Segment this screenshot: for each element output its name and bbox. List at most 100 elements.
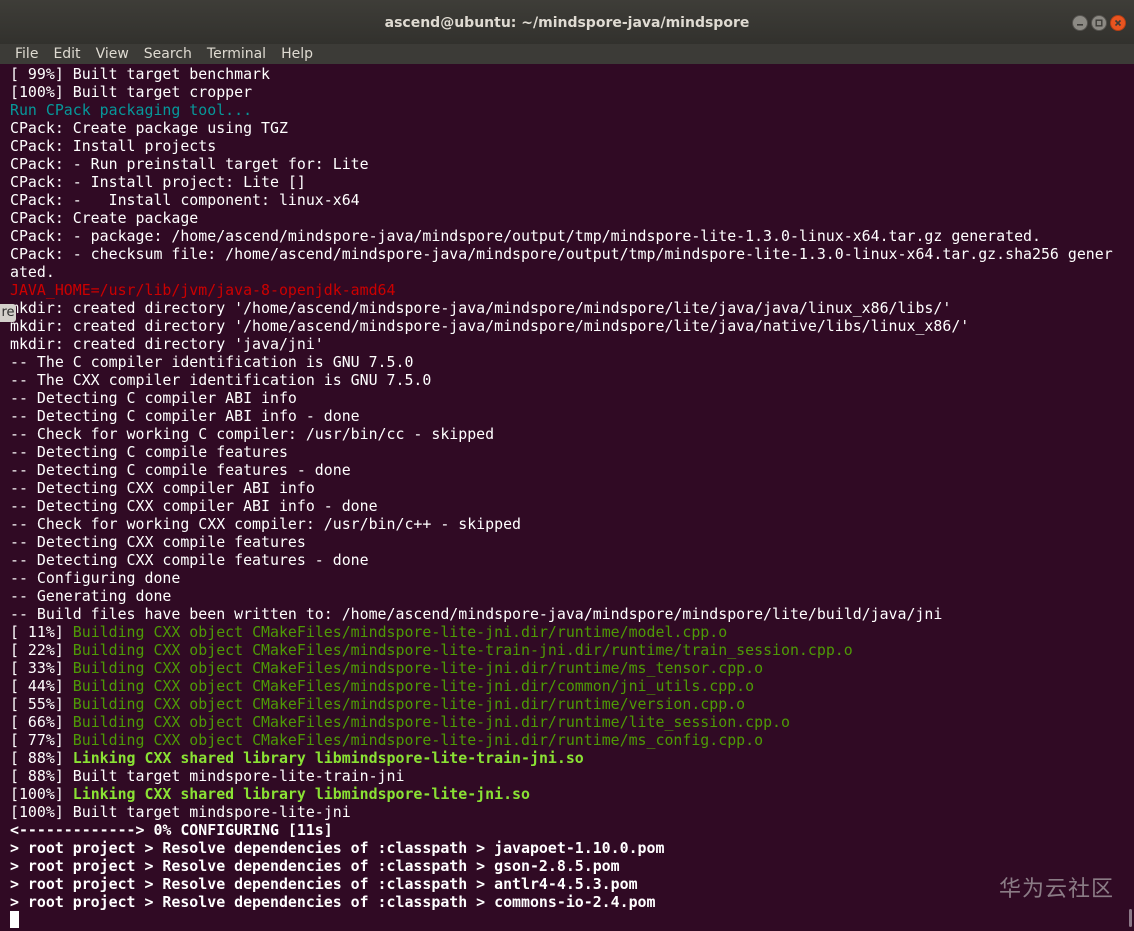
line-text: > root project > Resolve dependencies of… [10,857,620,875]
terminal-line: -- Detecting CXX compiler ABI info - don… [10,497,1124,515]
line-text: Building CXX object CMakeFiles/mindspore… [72,695,746,713]
terminal-line: [100%] Built target cropper [10,83,1124,101]
terminal-line: [ 88%] Linking CXX shared library libmin… [10,749,1124,767]
line-text: Linking CXX shared library libmindspore-… [72,749,584,767]
terminal-line: [ 99%] Built target benchmark [10,65,1124,83]
terminal-line: CPack: - Install project: Lite [] [10,173,1124,191]
line-progress: [100%] [10,785,73,803]
side-tab[interactable]: re [0,304,16,322]
line-progress: [ 55%] [10,695,73,713]
terminal-line: -- Detecting CXX compiler ABI info [10,479,1124,497]
terminal-line: -- Configuring done [10,569,1124,587]
line-text: > root project > Resolve dependencies of… [10,839,665,857]
line-text: Building CXX object CMakeFiles/mindspore… [72,713,790,731]
terminal-line: -- Detecting CXX compile features [10,533,1124,551]
line-text: Building CXX object CMakeFiles/mindspore… [72,623,728,641]
terminal-line: mkdir: created directory 'java/jni' [10,335,1124,353]
menu-view[interactable]: View [81,45,129,63]
terminal-line: -- Detecting CXX compile features - done [10,551,1124,569]
terminal-line: -- The C compiler identification is GNU … [10,353,1124,371]
terminal-line: -- Build files have been written to: /ho… [10,605,1124,623]
line-text: Building CXX object CMakeFiles/mindspore… [72,731,764,749]
terminal-line: mkdir: created directory '/home/ascend/m… [10,317,1124,335]
terminal-line: CPack: - Run preinstall target for: Lite [10,155,1124,173]
line-text: -- Check for working CXX compiler: /usr/… [10,515,522,533]
menu-terminal[interactable]: Terminal [192,45,266,63]
cursor-line [10,911,1124,929]
terminal-line: [ 55%] Building CXX object CMakeFiles/mi… [10,695,1124,713]
menu-bar: File Edit View Search Terminal Help [0,44,1134,64]
line-text: JAVA_HOME=/usr/lib/jvm/java-8-openjdk-am… [10,281,396,299]
terminal-line: CPack: Create package [10,209,1124,227]
line-text: <-------------> 0% CONFIGURING [11s] [10,821,333,839]
minimize-icon[interactable] [1072,15,1088,31]
terminal-line: ated. [10,263,1124,281]
line-progress: [ 44%] [10,677,73,695]
scrollbar-thumb[interactable] [1129,909,1132,927]
line-text: CPack: - Run preinstall target for: Lite [10,155,369,173]
terminal-line: CPack: Install projects [10,137,1124,155]
line-text: CPack: Create package using TGZ [10,119,288,137]
terminal-window: ascend@ubuntu: ~/mindspore-java/mindspor… [0,0,1134,931]
line-text: Building CXX object CMakeFiles/mindspore… [72,659,764,677]
line-text: mkdir: created directory '/home/ascend/m… [10,299,952,317]
line-text: -- Configuring done [10,569,181,587]
line-progress: [ 88%] [10,749,73,767]
terminal-line: [ 44%] Building CXX object CMakeFiles/mi… [10,677,1124,695]
line-text: Building CXX object CMakeFiles/mindspore… [72,641,853,659]
line-text: CPack: Create package [10,209,199,227]
terminal-line: [ 88%] Built target mindspore-lite-train… [10,767,1124,785]
line-text: -- Detecting C compiler ABI info [10,389,297,407]
terminal-line: CPack: - Install component: linux-x64 [10,191,1124,209]
terminal-line: Run CPack packaging tool... [10,101,1124,119]
terminal-line: mkdir: created directory '/home/ascend/m… [10,299,1124,317]
terminal-line: -- Detecting C compile features [10,443,1124,461]
terminal-line: -- Check for working CXX compiler: /usr/… [10,515,1124,533]
title-bar[interactable]: ascend@ubuntu: ~/mindspore-java/mindspor… [0,0,1134,44]
terminal-line: -- Detecting C compiler ABI info - done [10,407,1124,425]
terminal-line: <-------------> 0% CONFIGURING [11s] [10,821,1124,839]
line-text: -- Detecting CXX compile features - done [10,551,369,569]
terminal-line: > root project > Resolve dependencies of… [10,857,1124,875]
line-text: Linking CXX shared library libmindspore-… [72,785,530,803]
terminal-line: CPack: Create package using TGZ [10,119,1124,137]
line-text: > root project > Resolve dependencies of… [10,875,638,893]
line-text: -- Generating done [10,587,172,605]
line-progress: [ 11%] [10,623,73,641]
line-progress: [ 33%] [10,659,73,677]
terminal-output[interactable]: [ 99%] Built target benchmark [100%] Buil… [0,64,1124,931]
window-controls [1072,15,1126,33]
line-text: CPack: - Install component: linux-x64 [10,191,360,209]
terminal-line: [100%] Linking CXX shared library libmin… [10,785,1124,803]
line-text: -- Build files have been written to: /ho… [10,605,943,623]
menu-help[interactable]: Help [266,45,313,63]
line-text: CPack: - Install project: Lite [] [10,173,306,191]
close-icon[interactable] [1110,15,1126,31]
maximize-icon[interactable] [1091,15,1107,31]
terminal-line: [ 77%] Building CXX object CMakeFiles/mi… [10,731,1124,749]
line-text: -- Detecting CXX compiler ABI info [10,479,315,497]
menu-file[interactable]: File [0,45,38,63]
menu-edit[interactable]: Edit [38,45,80,63]
terminal-line: [ 22%] Building CXX object CMakeFiles/mi… [10,641,1124,659]
menu-search[interactable]: Search [129,45,192,63]
line-text: [ 88%] Built target mindspore-lite-train… [10,767,405,785]
line-text: Run CPack packaging tool... [10,101,253,119]
terminal-line: CPack: - checksum file: /home/ascend/min… [10,245,1124,263]
terminal-line: JAVA_HOME=/usr/lib/jvm/java-8-openjdk-am… [10,281,1124,299]
terminal-line: [ 33%] Building CXX object CMakeFiles/mi… [10,659,1124,677]
line-text: Building CXX object CMakeFiles/mindspore… [72,677,755,695]
line-text: ated. [10,263,55,281]
terminal-line: > root project > Resolve dependencies of… [10,839,1124,857]
line-text: -- Detecting C compiler ABI info - done [10,407,360,425]
line-progress: [ 77%] [10,731,73,749]
line-text: [100%] Built target cropper [10,83,253,101]
line-text: -- The CXX compiler identification is GN… [10,371,432,389]
scrollbar[interactable] [1124,64,1134,931]
line-text: > root project > Resolve dependencies of… [10,893,656,911]
window-title: ascend@ubuntu: ~/mindspore-java/mindspor… [384,15,750,31]
terminal-line: [100%] Built target mindspore-lite-jni [10,803,1124,821]
line-progress: [ 66%] [10,713,73,731]
terminal-line: [ 66%] Building CXX object CMakeFiles/mi… [10,713,1124,731]
text-cursor [10,911,19,928]
